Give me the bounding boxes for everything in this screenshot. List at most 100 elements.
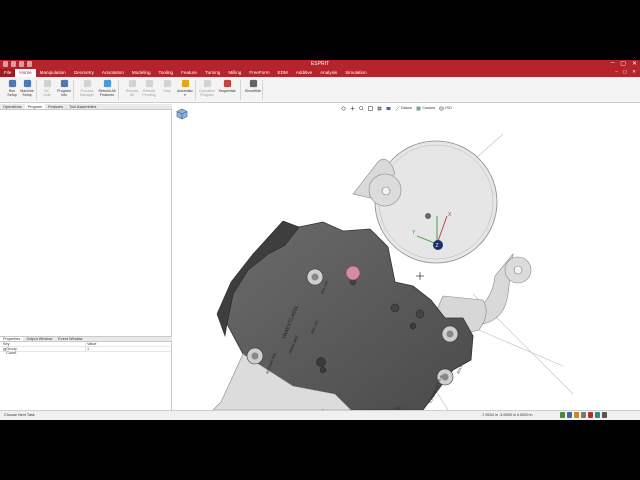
program-info-button[interactable]: Program Info <box>55 79 73 97</box>
menu-geometry[interactable]: Geometry <box>70 69 98 77</box>
iso-view-button[interactable]: ISO <box>439 105 452 111</box>
cursor-coordinates: -7.9534 in -3.5559 in 0.0000 in <box>481 413 533 417</box>
display-mode-icon[interactable] <box>386 106 391 111</box>
settings-icon[interactable] <box>602 412 607 418</box>
run-setup-icon <box>8 79 16 88</box>
ribbon-close-icon[interactable]: ✕ <box>632 69 636 75</box>
snap-icon[interactable] <box>560 412 565 418</box>
ribbon-separator <box>262 80 263 100</box>
sequential-icon <box>223 79 231 88</box>
rebuild-button[interactable]: Rebuild All <box>123 79 141 97</box>
table-row[interactable]: ⊟ Group Count 1 <box>0 347 171 355</box>
title-bar: ESPRIT – ▢ ✕ <box>0 60 640 69</box>
show-hide-icon <box>249 79 257 88</box>
ribbon-separator <box>73 80 74 100</box>
menu-simulation[interactable]: Simulation <box>341 69 370 77</box>
view-cube-icon[interactable] <box>176 108 188 120</box>
custom-view-icon <box>416 106 421 110</box>
ribbon-button-label: Sequential <box>218 89 236 93</box>
operation-program-icon <box>203 79 211 88</box>
menu-freeform[interactable]: FreeForm <box>245 69 273 77</box>
tab-tool-assemblies[interactable]: Tool Assemblies <box>66 104 99 109</box>
process-manager-button[interactable]: Process Manager <box>78 79 96 97</box>
ribbon-separator <box>195 80 196 100</box>
property-value: 1 <box>87 347 90 351</box>
zoom-fit-icon[interactable] <box>377 106 382 111</box>
ribbon-button-label: Stop <box>163 89 171 93</box>
layer-icon[interactable] <box>574 412 579 418</box>
program-panel[interactable] <box>0 110 172 336</box>
minimize-icon[interactable]: – <box>611 60 614 67</box>
ribbon-button-label: Machine Setup <box>20 89 34 97</box>
ribbon-button-label: Process Manager <box>79 89 95 97</box>
nc-code-icon <box>43 79 51 88</box>
stop-icon <box>163 79 171 88</box>
tab-operations[interactable]: Operations <box>0 104 25 109</box>
pan-icon[interactable] <box>350 106 355 111</box>
menu-file[interactable]: File <box>0 69 16 77</box>
menu-right-controls: – ▢ ✕ <box>615 69 636 75</box>
sequential-button[interactable]: Sequential <box>218 79 236 93</box>
tab-program[interactable]: Program <box>24 104 46 109</box>
ribbon-restore-icon[interactable]: ▢ <box>623 69 627 75</box>
triad-z-label: Z <box>436 243 439 249</box>
window-title: ESPRIT <box>310 61 330 67</box>
menu-feature[interactable]: Feature <box>177 69 201 77</box>
machine-setup-icon <box>23 79 31 88</box>
zoom-icon[interactable] <box>359 105 364 111</box>
datum-icon <box>395 105 400 111</box>
menu-modeling[interactable]: Modeling <box>128 69 155 77</box>
nc-code-button[interactable]: NC Code <box>38 79 56 97</box>
process-manager-icon <box>83 79 91 88</box>
status-message: Choose Next Task <box>4 413 35 417</box>
display-icon[interactable] <box>595 412 600 418</box>
operation-program-button[interactable]: Operation Program <box>198 79 216 97</box>
rebuild-all-icon <box>103 79 111 88</box>
menu-home[interactable]: Home <box>15 69 36 77</box>
datum-dropdown[interactable]: Datum <box>395 105 412 111</box>
key-column-header: Key <box>3 342 10 346</box>
graphics-viewport[interactable]: VAAEX70-45GL DRIVE SIDE ROLLER AUTOMOTIV… <box>173 104 640 410</box>
menu-annotation[interactable]: Annotation <box>98 69 128 77</box>
ribbon-separator <box>36 80 37 100</box>
workplane-icon[interactable] <box>581 412 586 418</box>
tab-features[interactable]: Features <box>45 104 66 109</box>
close-icon[interactable]: ✕ <box>632 60 637 67</box>
automatic-icon <box>181 79 189 88</box>
ribbon-button-label: NC Code <box>42 89 52 97</box>
tab-output-window[interactable]: Output Window <box>23 337 55 341</box>
rebuild-pending-button[interactable]: Rebuild Pending <box>140 79 158 97</box>
menu-tooling[interactable]: Tooling <box>155 69 178 77</box>
maximize-icon[interactable]: ▢ <box>620 60 626 67</box>
window-controls: – ▢ ✕ <box>611 60 637 67</box>
rotate-icon[interactable] <box>341 106 346 111</box>
tab-event-window[interactable]: Event Window <box>55 337 85 341</box>
zoom-window-icon[interactable] <box>368 105 373 111</box>
custom-dropdown[interactable]: Custom <box>416 106 435 111</box>
grid-icon[interactable] <box>567 412 572 418</box>
ribbon-button-label: Automatic ▾ <box>177 89 193 97</box>
ribbon-button-label: Program Info <box>57 89 71 97</box>
menu-edm[interactable]: EDM <box>274 69 292 77</box>
show-hide-button[interactable]: ShowHide <box>244 79 262 93</box>
menu-turning[interactable]: Turning <box>201 69 224 77</box>
ribbon-button-label: Rebuild All Features <box>98 89 116 97</box>
menu-milling[interactable]: Milling <box>224 69 245 77</box>
crosshair-cursor <box>416 272 424 280</box>
rebuild-all-button[interactable]: Rebuild All Features <box>98 79 116 97</box>
status-icons <box>560 412 607 418</box>
machine-setup-button[interactable]: Machine Setup <box>18 79 36 97</box>
ribbon-button-label: ShowHide <box>244 89 262 93</box>
menu-additive[interactable]: Additive <box>292 69 316 77</box>
filter-icon[interactable] <box>588 412 593 418</box>
tab-properties[interactable]: Properties <box>0 337 24 341</box>
menu-analysis[interactable]: Analysis <box>316 69 341 77</box>
model-view: VAAEX70-45GL DRIVE SIDE ROLLER AUTOMOTIV… <box>212 133 574 410</box>
ribbon-button-label: Rebuild All <box>125 89 139 97</box>
menu-manipulation[interactable]: Manipulation <box>36 69 70 77</box>
ribbon-minimize-icon[interactable]: – <box>615 69 618 75</box>
automatic-button[interactable]: Automatic ▾ <box>176 79 194 97</box>
stop-button[interactable]: Stop <box>158 79 176 93</box>
properties-panel: Key Value ⊟ Group Count 1 <box>0 342 172 410</box>
rebuild-pending-icon <box>145 79 153 88</box>
